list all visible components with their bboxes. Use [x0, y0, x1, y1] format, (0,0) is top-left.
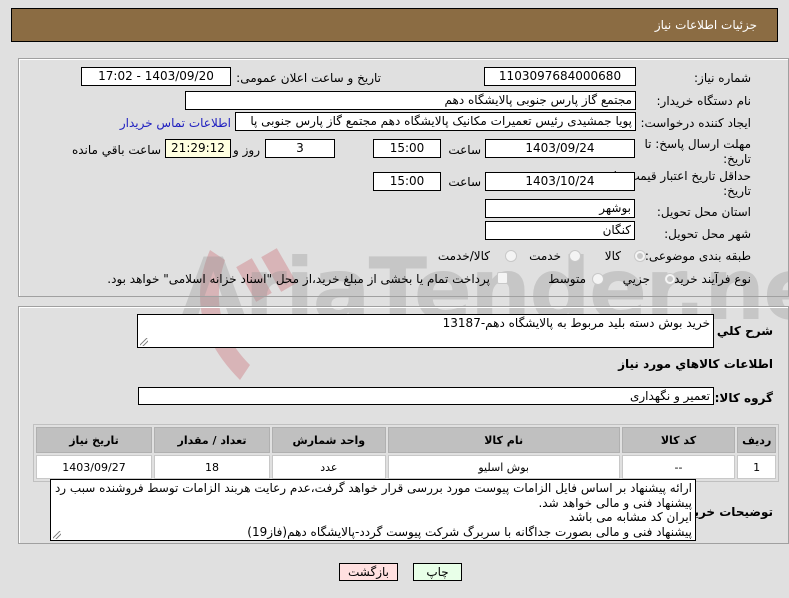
col-goods-code: کد کالا: [621, 427, 736, 453]
col-unit: واحد شمارش: [271, 427, 386, 453]
category-radio-service[interactable]: [569, 250, 581, 262]
price-validity-label-2: تاریخ:: [723, 184, 751, 198]
announce-datetime-label: تاریخ و ساعت اعلان عمومی:: [236, 71, 381, 85]
price-validity-time: 15:00: [373, 172, 441, 191]
back-button[interactable]: بازگشت: [339, 563, 398, 581]
cell-unit: عدد: [271, 455, 386, 479]
cell-row-number: 1: [737, 455, 776, 479]
cell-goods-name: بوش اسلیو: [387, 455, 620, 479]
price-time-label: ساعت: [448, 175, 481, 189]
category-radio-goods-service[interactable]: [505, 250, 517, 262]
remaining-days: 3: [265, 139, 335, 158]
province-label: استان محل تحویل:: [656, 205, 751, 219]
goods-group-label: گروه کالا:: [714, 391, 773, 405]
treasury-checkbox[interactable]: [497, 272, 508, 284]
buyer-contact-link[interactable]: اطلاعات تماس خریدار: [120, 116, 231, 130]
resize-grip-icon[interactable]: [53, 531, 61, 539]
category-option-service: خدمت: [529, 249, 561, 263]
cell-quantity: 18: [154, 455, 270, 479]
col-quantity: تعداد / مقدار: [154, 427, 270, 453]
process-option-minor: جزیي: [622, 272, 650, 286]
col-row-number: ردیف: [737, 427, 776, 453]
requester-label: ایجاد کننده درخواست:: [640, 116, 751, 130]
process-radio-medium[interactable]: [592, 273, 604, 285]
category-radio-goods[interactable]: [634, 250, 646, 262]
remaining-label: ساعت باقي مانده: [71, 143, 161, 157]
cell-need-date: 1403/09/27: [36, 455, 153, 479]
process-radio-minor[interactable]: [664, 273, 676, 285]
treasury-checkbox-label: پرداخت تمام یا بخشی از مبلغ خرید،از محل …: [107, 272, 490, 286]
buyer-org-label: نام دستگاه خریدار:: [656, 94, 752, 108]
table-row: 1 -- بوش اسلیو عدد 18 1403/09/27: [36, 455, 776, 479]
goods-section-title: اطلاعات کالاهاي مورد نياز: [618, 357, 773, 371]
days-label: روز و: [233, 143, 260, 157]
goods-group-field: تعمیر و نگهداری: [138, 387, 714, 405]
province-field: بوشهر: [485, 199, 635, 218]
need-number-label: شماره نیاز:: [694, 71, 751, 85]
buyer-notes-line: ایران کد مشابه می باشد: [568, 510, 692, 524]
need-number-field: 1103097684000680: [484, 67, 636, 86]
buyer-notes-line: پیشنهاد فنی و مالی بصورت جداگانه با سربر…: [247, 524, 692, 539]
reply-deadline-time: 15:00: [373, 139, 441, 158]
city-label: شهر محل تحویل:: [664, 227, 751, 241]
print-button[interactable]: چاپ: [413, 563, 462, 581]
category-label: طبقه بندی موضوعی:: [644, 249, 751, 263]
buyer-notes-textarea[interactable]: ارائه پیشنهاد بر اساس فایل الزامات پیوست…: [50, 479, 696, 541]
city-field: کنگان: [485, 221, 635, 240]
page-title: جزئیات اطلاعات نیاز: [654, 18, 757, 32]
process-label: نوع فرآیند خرید :: [666, 272, 751, 286]
goods-table: ردیف کد کالا نام کالا واحد شمارش تعداد /…: [33, 424, 779, 482]
requester-field: پویا جمشیدی رئیس تعمیرات مکانیک پالایشگا…: [235, 112, 636, 131]
remaining-time: 21:29:12: [165, 139, 231, 158]
buyer-notes-line: پیشنهاد فنی و مالی خواهد شد.: [538, 495, 692, 510]
reply-deadline-label-2: تاریخ:: [723, 152, 751, 166]
cell-goods-code: --: [621, 455, 736, 479]
buyer-notes-line: ارائه پیشنهاد بر اساس فایل الزامات پیوست…: [54, 481, 692, 495]
summary-text: خرید بوش دسته بلید مربوط به پالایشگاه ده…: [442, 316, 710, 330]
col-need-date: تاریخ نیاز: [36, 427, 153, 453]
reply-deadline-label: مهلت ارسال پاسخ: تا: [644, 137, 751, 151]
price-validity-date: 1403/10/24: [485, 172, 635, 191]
category-option-goods: کالا: [604, 249, 621, 263]
summary-textarea[interactable]: خرید بوش دسته بلید مربوط به پالایشگاه ده…: [137, 314, 714, 348]
category-option-goods-service: کالا/خدمت: [437, 249, 490, 263]
announce-datetime-field: 1403/09/20 - 17:02: [81, 67, 231, 86]
header-bar: جزئیات اطلاعات نیاز: [11, 8, 778, 42]
resize-grip-icon[interactable]: [140, 338, 148, 346]
reply-deadline-date: 1403/09/24: [485, 139, 635, 158]
reply-time-label: ساعت: [448, 143, 481, 157]
col-goods-name: نام کالا: [387, 427, 620, 453]
buyer-org-field: مجتمع گاز پارس جنوبی پالایشگاه دهم: [185, 91, 636, 110]
goods-table-header: ردیف کد کالا نام کالا واحد شمارش تعداد /…: [36, 427, 776, 453]
process-option-medium: متوسط: [548, 272, 586, 286]
